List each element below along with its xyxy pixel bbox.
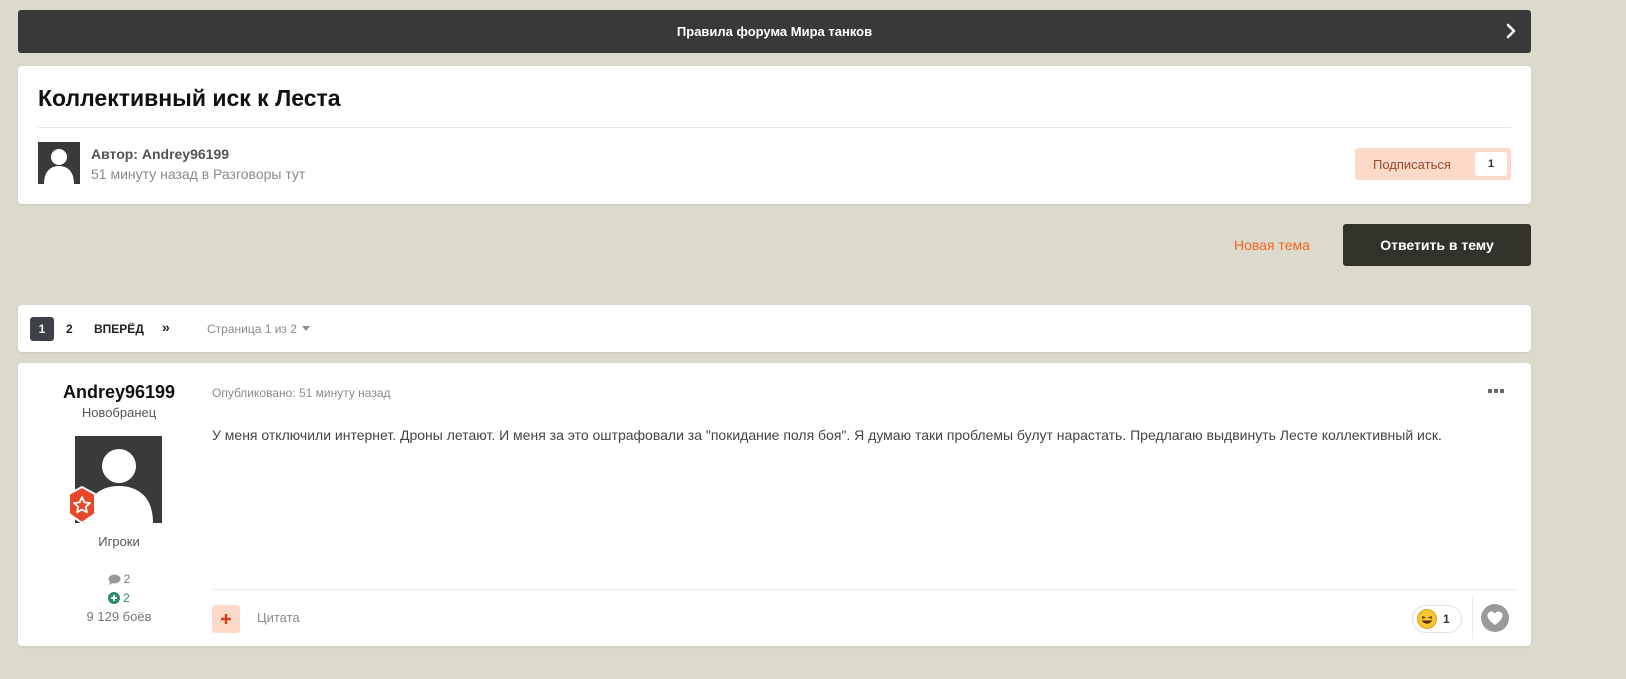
- new-topic-link[interactable]: Новая тема: [1234, 237, 1310, 253]
- post-count-stat: 2: [18, 572, 220, 586]
- chevron-right-icon: [1506, 23, 1516, 39]
- divider: [38, 127, 1511, 128]
- topic-title: Коллективный иск к Леста: [38, 85, 341, 111]
- divider: [1472, 595, 1473, 639]
- post: Andrey96199 Новобранец Игроки 2 2 9 129: [18, 363, 1531, 646]
- pagination: 1 2 ВПЕРЁД » Страница 1 из 2: [18, 305, 1531, 352]
- topic-author[interactable]: Автор: Andrey96199: [91, 146, 229, 162]
- caret-down-icon: [301, 326, 310, 331]
- ellipsis-icon[interactable]: [1487, 386, 1505, 396]
- post-author-panel: Andrey96199 Новобранец Игроки 2 2 9 129: [18, 363, 220, 646]
- post-author-name[interactable]: Andrey96199: [18, 382, 220, 403]
- quote-button[interactable]: Цитата: [257, 610, 300, 625]
- battles-stat: 9 129 боёв: [86, 609, 152, 624]
- topic-meta: 51 минуту назад в Разговоры тут: [91, 166, 306, 182]
- comment-icon: [108, 574, 121, 585]
- reply-button[interactable]: Ответить в тему: [1343, 224, 1531, 266]
- multiquote-button[interactable]: [212, 605, 240, 633]
- forum-rules-bar[interactable]: Правила форума Мира танков: [18, 10, 1531, 53]
- author-avatar[interactable]: [38, 142, 80, 184]
- reaction-count: 1: [1443, 612, 1450, 626]
- user-silhouette-icon: [44, 149, 74, 184]
- reputation-value: 2: [123, 591, 130, 605]
- page-info-label: Страница 1 из 2: [207, 322, 297, 336]
- post-count-value: 2: [123, 572, 131, 586]
- next-page-link[interactable]: ВПЕРЁД: [94, 322, 144, 336]
- reputation-stat: 2: [18, 591, 220, 605]
- last-page-link[interactable]: »: [162, 319, 170, 335]
- plus-icon: [221, 614, 231, 624]
- forum-rules-label: Правила форума Мира танков: [676, 24, 873, 39]
- page-jump-dropdown[interactable]: Страница 1 из 2: [207, 322, 310, 336]
- reaction-summary[interactable]: 1: [1412, 605, 1462, 633]
- star-shield-badge-icon: [68, 486, 96, 524]
- post-author-group: Игроки: [98, 534, 140, 549]
- subscribe-label: Подписаться: [1373, 156, 1451, 172]
- heart-icon[interactable]: [1480, 603, 1510, 633]
- page-2-link[interactable]: 2: [66, 322, 73, 336]
- subscribe-count: 1: [1475, 152, 1507, 176]
- post-date[interactable]: Опубликовано: 51 минуту назад: [212, 386, 391, 400]
- post-author-rank: Новобранец: [81, 405, 157, 420]
- divider: [212, 589, 1517, 590]
- plus-circle-icon: [108, 592, 121, 604]
- topic-header: Коллективный иск к Леста Автор: Andrey96…: [18, 66, 1531, 204]
- page-1-button[interactable]: 1: [30, 317, 54, 341]
- subscribe-button[interactable]: Подписаться 1: [1355, 148, 1511, 180]
- post-content: У меня отключили интернет. Дроны летают.…: [212, 427, 1442, 443]
- laughing-emoji-icon: [1417, 609, 1437, 629]
